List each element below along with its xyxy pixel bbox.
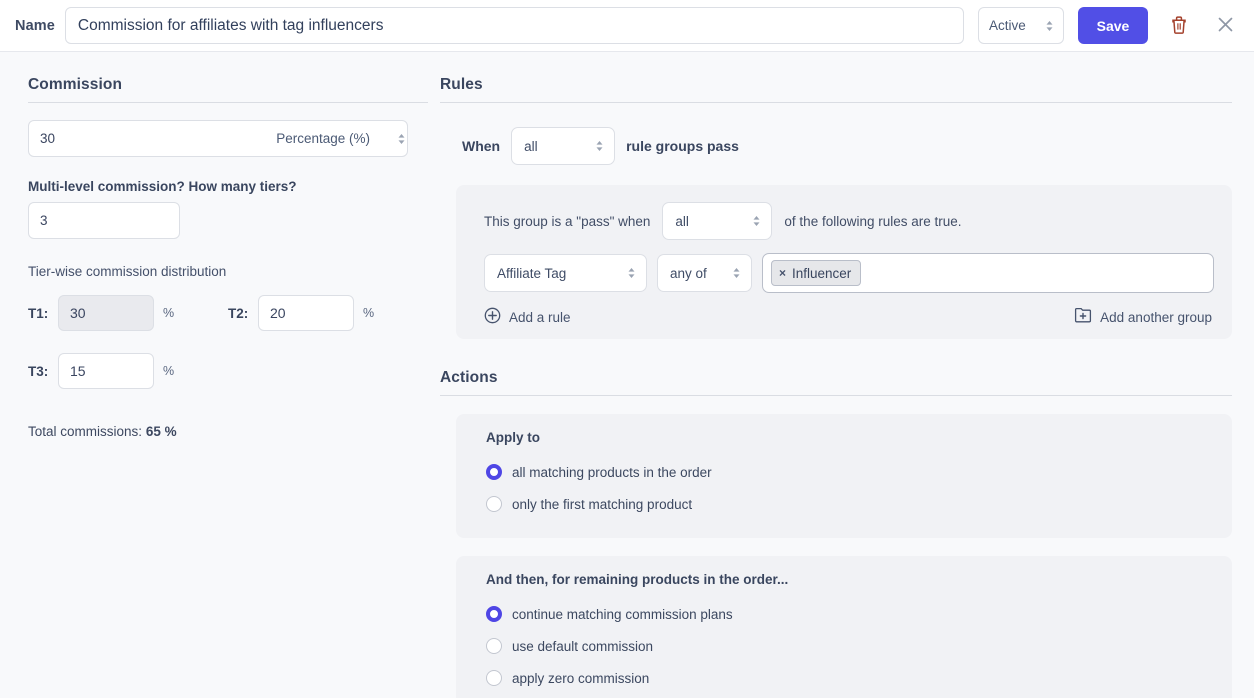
add-rule-button[interactable]: Add a rule: [484, 307, 571, 327]
tiers-question-label: Multi-level commission? How many tiers?: [28, 179, 297, 194]
tier-unit: %: [163, 306, 175, 320]
tier-2-input[interactable]: [258, 295, 354, 331]
tier-label: T1:: [28, 305, 49, 321]
when-row: When all rule groups pass: [440, 120, 1232, 165]
group-suffix-label: of the following rules are true.: [784, 213, 962, 229]
commission-amount-field[interactable]: Percentage (%): [28, 120, 408, 157]
radio-icon[interactable]: [486, 670, 502, 686]
add-box-icon: [1074, 307, 1092, 327]
group-match-select[interactable]: all: [662, 202, 773, 240]
editor-header: Name Active Save: [0, 0, 1254, 52]
radio-icon[interactable]: [486, 638, 502, 654]
close-button[interactable]: [1210, 11, 1240, 41]
add-group-button[interactable]: Add another group: [1074, 307, 1212, 327]
remaining-option-continue[interactable]: continue matching commission plans: [486, 598, 1214, 630]
add-group-label: Add another group: [1100, 309, 1212, 325]
tier-unit: %: [163, 364, 175, 378]
remaining-heading: And then, for remaining products in the …: [486, 572, 789, 587]
plus-circle-icon: [484, 307, 501, 327]
remaining-option-label: use default commission: [512, 638, 654, 654]
tier-row: T1: %: [28, 295, 228, 331]
remaining-option-label: apply zero commission: [512, 670, 650, 686]
radio-icon[interactable]: [486, 464, 502, 480]
when-match-value: all: [524, 138, 538, 154]
remove-tag-icon[interactable]: ×: [779, 266, 786, 280]
total-commissions-value: 65 %: [145, 424, 177, 439]
status-select[interactable]: Active: [978, 7, 1064, 44]
apply-to-panel: Apply to all matching products in the or…: [456, 414, 1232, 538]
actions-section-title: Actions: [440, 369, 498, 386]
rule-row: Affiliate Tag any of × Influencer: [470, 253, 1214, 293]
chevron-updown-icon: [731, 265, 742, 281]
actions-section: Actions: [440, 369, 1232, 396]
apply-to-option-all[interactable]: all matching products in the order: [486, 456, 1214, 488]
commission-column: Commission Percentage (%) Multi-level co…: [28, 76, 428, 698]
total-commissions-label: Total commissions:: [28, 424, 143, 439]
radio-icon[interactable]: [486, 606, 502, 622]
when-suffix-label: rule groups pass: [626, 138, 739, 154]
editor-body: Commission Percentage (%) Multi-level co…: [0, 52, 1254, 698]
when-match-select[interactable]: all: [511, 127, 616, 165]
commission-section-title: Commission: [28, 76, 123, 93]
chevron-updown-icon: [626, 265, 637, 281]
rule-group-footer: Add a rule Add another group: [470, 307, 1214, 327]
chevron-updown-icon: [594, 138, 605, 154]
tag-chip-label: Influencer: [792, 265, 852, 281]
status-select-value: Active: [989, 18, 1026, 33]
tag-chip[interactable]: × Influencer: [771, 260, 862, 286]
trash-icon: [1170, 15, 1188, 37]
rule-operator-value: any of: [670, 265, 707, 281]
chevron-updown-icon: [1044, 18, 1055, 34]
rule-operator-select[interactable]: any of: [657, 254, 752, 292]
commission-divider: [28, 102, 428, 103]
tier-1-input[interactable]: [58, 295, 154, 331]
apply-to-option-label: all matching products in the order: [512, 464, 712, 480]
remaining-option-zero[interactable]: apply zero commission: [486, 662, 1214, 694]
name-label: Name: [15, 17, 55, 34]
tier-row: T3: %: [28, 353, 228, 389]
tier-3-input[interactable]: [58, 353, 154, 389]
tier-unit: %: [363, 306, 375, 320]
tier-label: T3:: [28, 363, 49, 379]
commission-type-value: Percentage (%): [276, 131, 370, 146]
rules-actions-column: Rules When all rule groups pass This gro…: [428, 76, 1232, 698]
total-commissions: Total commissions: 65 %: [28, 424, 428, 439]
apply-to-heading: Apply to: [486, 430, 540, 445]
remaining-option-default[interactable]: use default commission: [486, 630, 1214, 662]
chevron-updown-icon: [751, 213, 762, 229]
rule-group-header: This group is a "pass" when all of the f…: [470, 202, 1214, 240]
rule-group-panel: This group is a "pass" when all of the f…: [456, 185, 1232, 339]
rule-value-tag-input[interactable]: × Influencer: [762, 253, 1214, 293]
chevron-updown-icon[interactable]: [396, 131, 407, 147]
tier-label: T2:: [228, 305, 249, 321]
apply-to-option-label: only the first matching product: [512, 496, 693, 512]
group-prefix-label: This group is a "pass" when: [484, 213, 651, 229]
radio-icon[interactable]: [486, 496, 502, 512]
save-button[interactable]: Save: [1078, 7, 1148, 44]
apply-to-option-first[interactable]: only the first matching product: [486, 488, 1214, 520]
tier-distribution-label: Tier-wise commission distribution: [28, 264, 227, 279]
tier-inputs-grid: T1: % T2: % T3: %: [28, 295, 428, 389]
commission-amount-input[interactable]: [29, 121, 277, 156]
remaining-option-label: continue matching commission plans: [512, 606, 733, 622]
tier-row: T2: %: [228, 295, 428, 331]
close-icon: [1216, 15, 1235, 37]
actions-divider: [440, 395, 1232, 396]
plan-name-input[interactable]: [64, 7, 964, 44]
rule-attribute-select[interactable]: Affiliate Tag: [484, 254, 647, 292]
group-match-value: all: [675, 213, 689, 229]
when-label: When: [462, 138, 501, 154]
add-rule-label: Add a rule: [509, 309, 571, 325]
delete-button[interactable]: [1164, 11, 1194, 41]
rules-divider: [440, 102, 1232, 103]
rule-attribute-value: Affiliate Tag: [497, 265, 567, 281]
remaining-products-panel: And then, for remaining products in the …: [456, 556, 1232, 698]
tiers-count-input[interactable]: [28, 202, 180, 239]
rules-section-title: Rules: [440, 76, 483, 93]
